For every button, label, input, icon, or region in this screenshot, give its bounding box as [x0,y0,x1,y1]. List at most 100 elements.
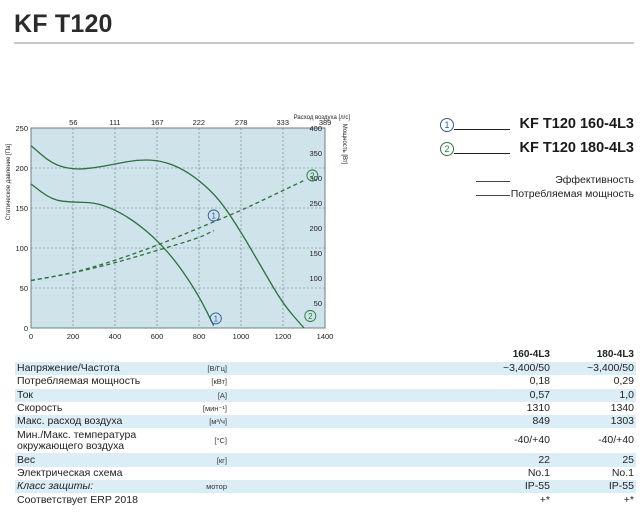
spec-unit: [кг] [173,453,229,467]
legend-power: Потребляемая мощность [476,188,636,205]
spec-value-180: IP-55 [552,480,636,494]
curve-marker-label: 1 [211,212,216,221]
title-divider [14,42,634,44]
spec-unit: [м³/ч] [173,415,229,429]
spec-name: Соответствует ERP 2018 [17,493,138,506]
table-row: Потребляемая мощность [кВт] 0,18 0,29 [15,375,636,388]
model-row-1: 1 KF T120 160-4L3 [440,116,636,136]
spec-value-160: 0,18 [529,375,550,388]
x2-tick-label: 222 [193,118,206,127]
y2-tick-label: 50 [314,299,322,308]
y2-tick-label: 350 [309,149,322,158]
legend-label: Эффективность [555,174,634,186]
spec-value-180: 25 [552,453,636,467]
spec-value-180: 0,29 [613,375,634,388]
x-tick-label: 0 [29,332,33,341]
spec-unit: [В/Гц] [173,362,229,376]
table-row: Соответствует ERP 2018 +* +* [15,493,636,506]
spec-value-160: No.1 [527,466,550,479]
table-row: Мин./Макс. температура окружающего возду… [15,428,636,453]
y2-tick-label: 400 [309,124,322,133]
spec-unit [173,467,229,480]
y2-tick-label: 200 [309,224,322,233]
table-row: Напряжение/Частота [В/Гц] ~3,400/50 ~3,400/… [15,362,636,376]
spec-unit: [кВт] [211,377,227,387]
spec-value-160: ~3,400/50 [229,362,552,376]
model-row-2: 2 KF T120 180-4L3 [440,140,636,160]
plot-area [30,127,326,329]
spec-value-180: ~3,400/50 [552,362,636,376]
spec-value-180: 1303 [552,415,636,429]
spec-value-180: -40/+40 [598,434,634,447]
model-label-2: KF T120 180-4L3 [519,140,634,156]
spec-value-160: IP-55 [229,480,552,494]
legend-line [476,181,510,182]
spec-value-160: 1310 [526,402,550,415]
y2-tick-label: 150 [309,249,322,258]
table-row: Макс. расход воздуха [м³/ч] 849 1303 [15,415,636,429]
table-row: Вес [кг] 22 25 [15,453,636,467]
fan-performance-chart: 0 200 400 600 800 1000 1200 140056 111 167 222 278 3… [6,115,351,341]
y2-tick-label: 100 [309,274,322,283]
spec-name: Класс защиты: [15,480,173,494]
model-label-1: KF T120 160-4L3 [519,116,634,132]
page-title: KF T120 [14,10,113,38]
curve-marker-label: 2 [310,172,315,181]
spec-unit: [мин⁻¹] [202,404,227,414]
y2-axis-title: Мощность [Вт] [341,124,347,165]
legend-line [476,195,510,196]
spec-unit: мотор [173,480,229,494]
x-tick-label: 600 [151,332,164,341]
y-tick-label: 150 [15,204,28,213]
y-tick-label: 100 [15,244,28,253]
y-tick-label: 250 [15,124,28,133]
y-tick-label: 50 [20,284,28,293]
y-axis-title: Статическое давление [Па] [6,144,12,221]
spec-name: Макс. расход воздуха [15,415,173,429]
spec-table: 160-4L3 180-4L3 Напряжение/Частота [В/Гц]… [15,349,636,507]
table-row: Класс защиты: мотор IP-55 IP-55 [15,480,636,494]
spec-value-180: 1,0 [552,388,636,402]
spec-name: Ток [15,388,173,402]
spec-value-160: +* [539,493,550,506]
spec-name: Вес [15,453,173,467]
x-tick-label: 1400 [317,332,334,341]
x2-axis-title: Расход воздуха [л/с] [294,115,351,121]
x2-tick-label: 278 [235,118,248,127]
y-tick-label: 0 [24,324,28,333]
spec-unit: [°С] [214,436,227,446]
curve-marker-1-icon: 1 [440,118,454,132]
model-underline [454,153,510,154]
spec-value-180: 1340 [610,402,634,415]
col-header-180: 180-4L3 [596,349,634,360]
x2-tick-label: 111 [109,118,120,127]
x2-tick-label: 333 [276,118,289,127]
x-tick-label: 1200 [275,332,292,341]
y-tick-label: 200 [15,164,28,173]
spec-value-180: No.1 [611,466,634,479]
y2-tick-label: 250 [309,199,322,208]
x2-tick-label: 167 [151,118,164,127]
spec-value-160: 22 [229,453,552,467]
spec-value-160: -40/+40 [514,434,550,447]
x-tick-label: 800 [193,332,206,341]
table-row: Ток [А] 0,57 1,0 [15,388,636,402]
spec-unit [173,493,229,506]
spec-header-row: 160-4L3 180-4L3 [15,349,636,362]
spec-name: Мин./Макс. температура окружающего возду… [17,428,137,452]
spec-name: Электрическая схема [17,466,123,479]
spec-value-180: +* [623,493,634,506]
curve-marker-label: 2 [308,312,313,321]
legend-label: Потребляемая мощность [510,188,634,200]
x2-tick-label: 56 [69,118,77,127]
col-header-160: 160-4L3 [512,349,550,360]
table-row: Электрическая схема No.1 No.1 [15,467,636,480]
curve-marker-2-icon: 2 [440,142,454,156]
table-row: Скорость [мин⁻¹] 1310 1340 [15,402,636,415]
spec-value-160: 849 [229,415,552,429]
spec-name: Скорость [17,402,63,415]
x-tick-label: 400 [109,332,122,341]
curve-marker-label: 1 [214,314,219,323]
model-underline [454,129,510,130]
x-tick-label: 200 [67,332,80,341]
